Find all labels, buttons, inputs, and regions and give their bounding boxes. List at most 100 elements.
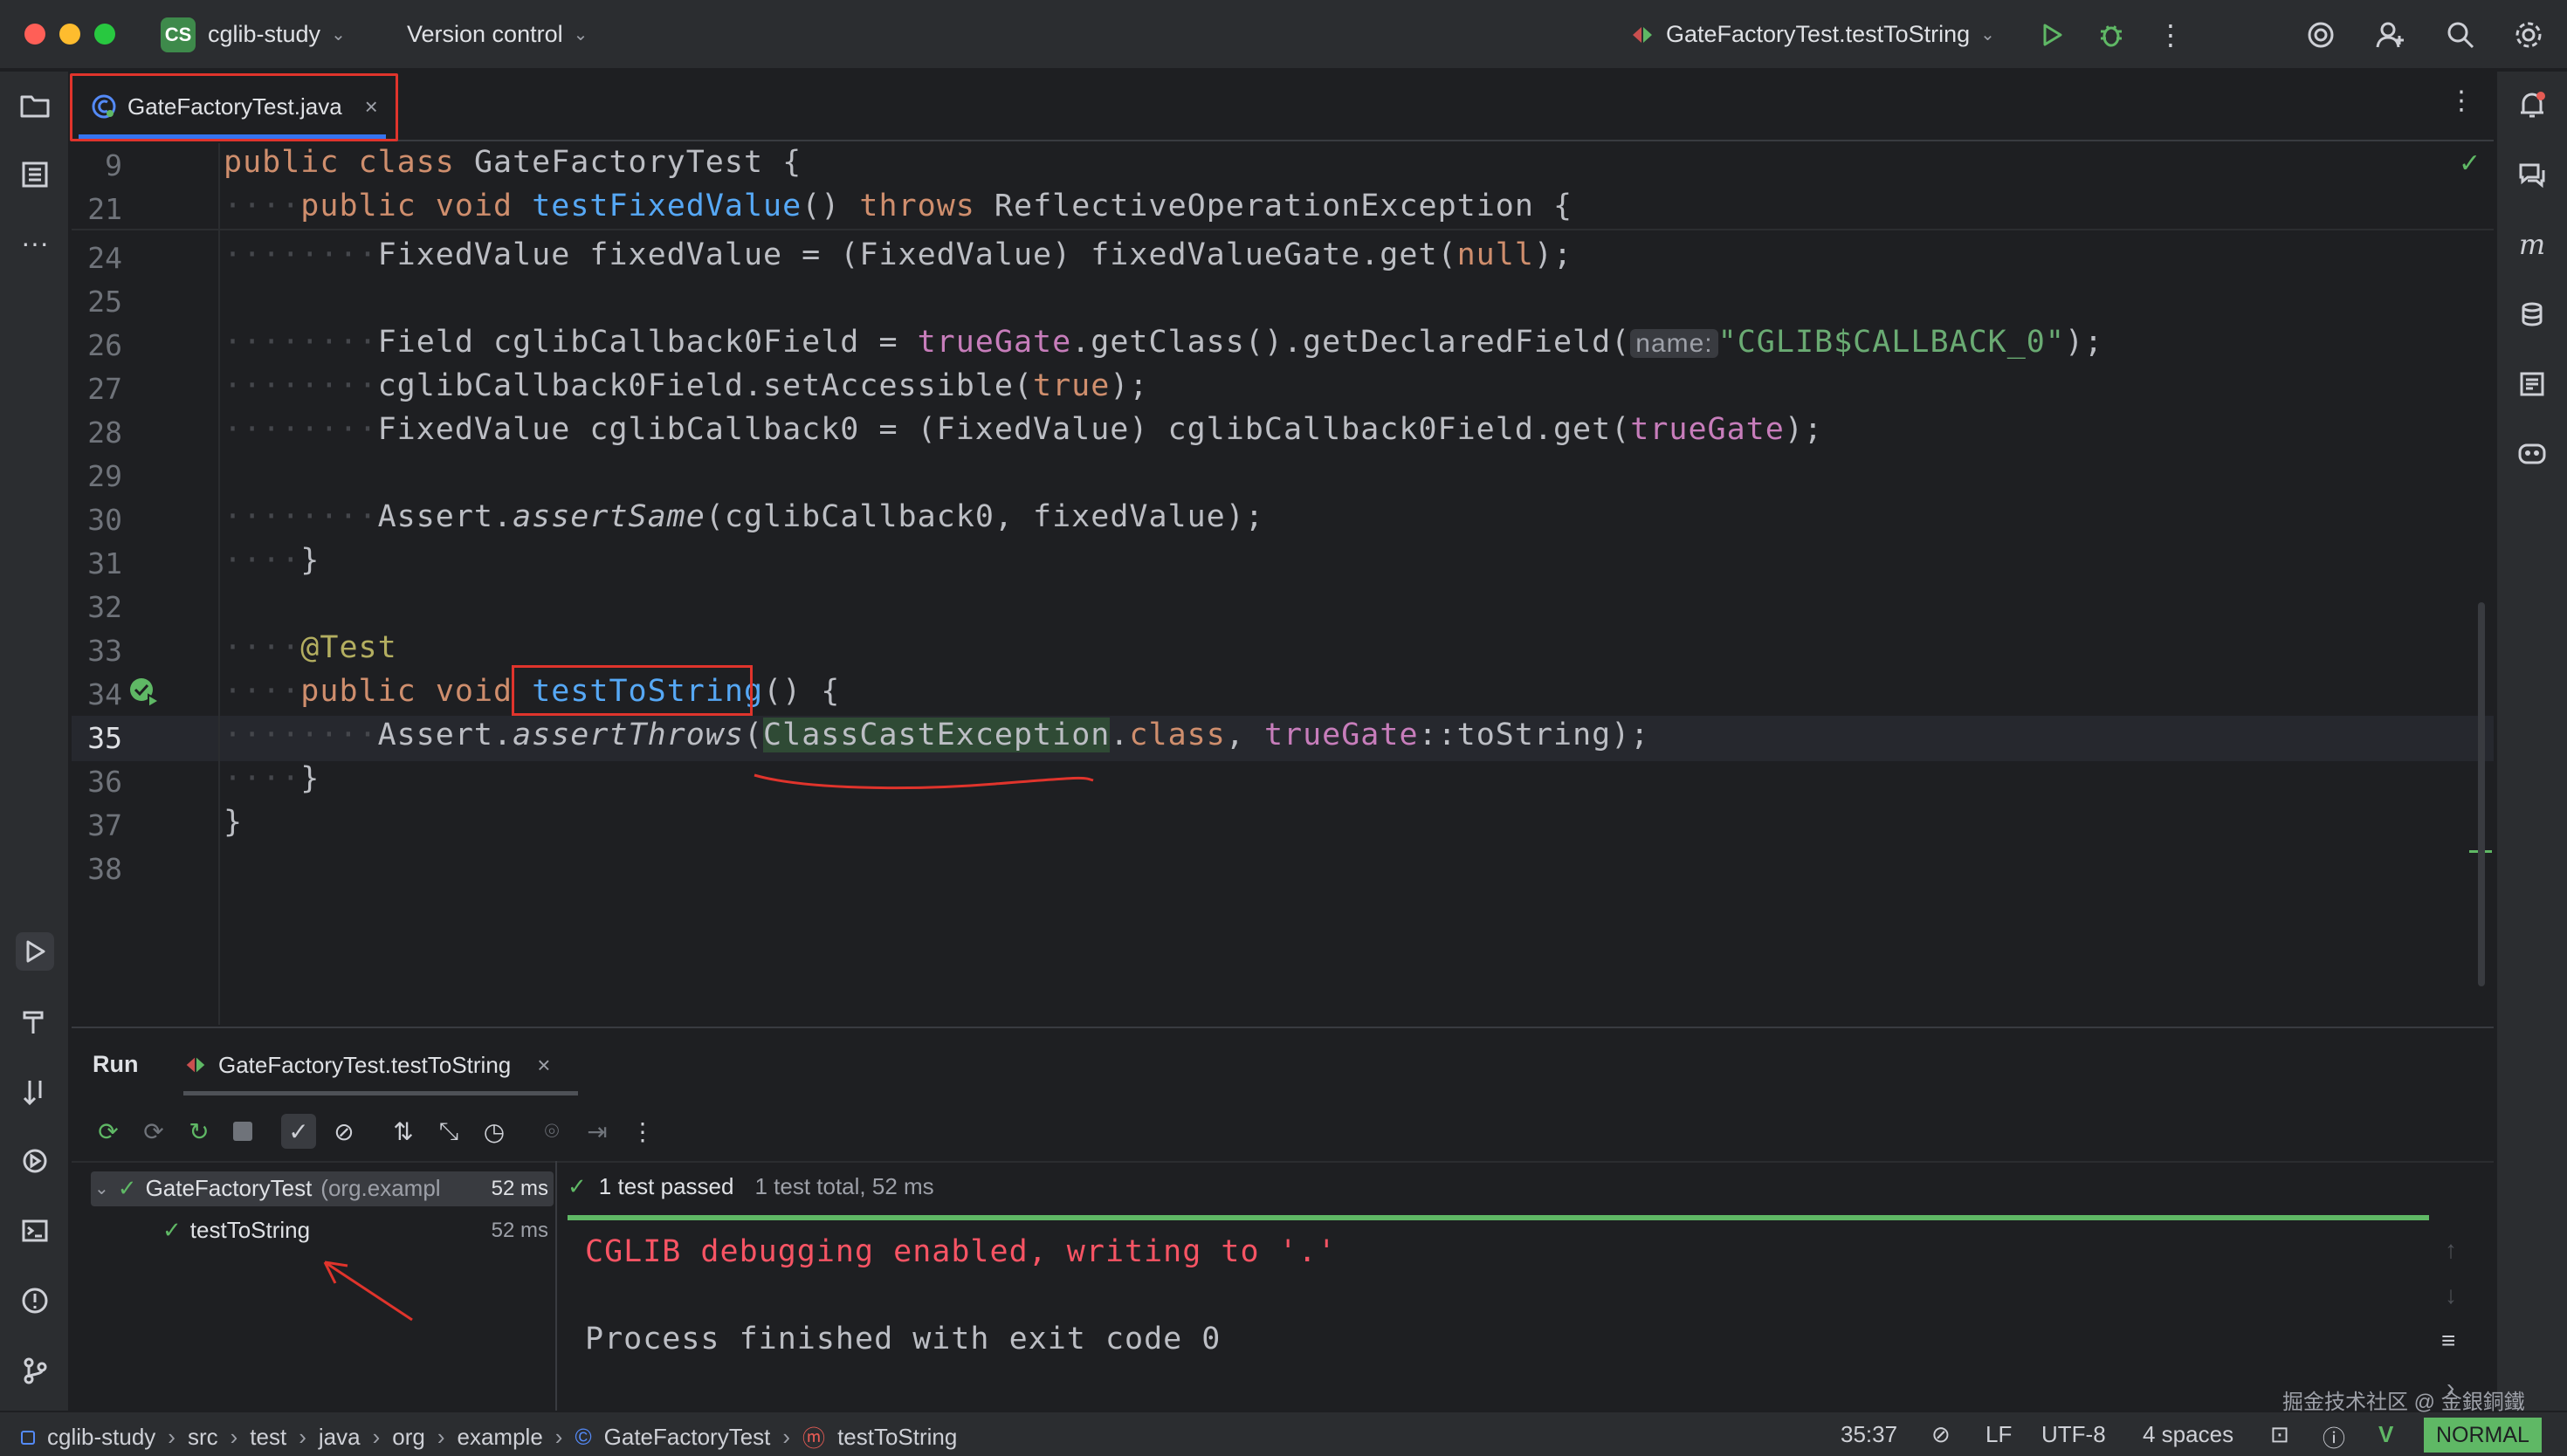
ide-window: { "titlebar": { "project_badge": "CS", "… <box>0 0 2567 1456</box>
settings-icon[interactable] <box>2511 17 2546 52</box>
line-number: 24 <box>87 241 122 275</box>
more-tools-icon[interactable]: ··· <box>16 223 54 262</box>
rerun-button[interactable]: ⟳ <box>91 1114 126 1149</box>
database-tool-button[interactable] <box>2513 295 2551 333</box>
vim-icon: V <box>2378 1421 2394 1447</box>
screenshot-button[interactable]: ⌾ <box>534 1114 569 1149</box>
line-number-current: 35 <box>87 721 122 755</box>
git-tool-button[interactable] <box>16 1351 54 1390</box>
more-actions-icon[interactable]: ⋮ <box>2153 17 2188 52</box>
method-icon: ⓜ <box>802 1425 826 1452</box>
stop-button[interactable] <box>225 1114 260 1149</box>
summary-total: 1 test total, 52 ms <box>754 1173 934 1199</box>
line-number: 30 <box>87 503 122 537</box>
soft-wrap-icon[interactable]: ≡ <box>2441 1327 2455 1355</box>
line-number: 33 <box>87 634 122 668</box>
title-bar: CS cglib-study ⌄ Version control ⌄ GateF… <box>0 0 2567 70</box>
annotation-highlight-tab <box>70 73 398 141</box>
sort-alphabetically-button[interactable]: ⇅ <box>386 1114 421 1149</box>
line-number: 34 <box>87 677 122 711</box>
run-more-options-icon[interactable]: ⋮ <box>625 1114 660 1149</box>
structure-tool-button[interactable] <box>16 155 54 194</box>
build-tool-button[interactable] <box>16 1002 54 1040</box>
project-selector[interactable]: cglib-study ⌄ <box>208 21 346 48</box>
run-tab-close-icon[interactable]: × <box>537 1052 550 1079</box>
code-editor[interactable] <box>72 143 2494 1025</box>
run-config-selector[interactable]: GateFactoryTest.testToString ⌄ <box>1629 21 1995 48</box>
line-number: 21 <box>87 192 122 226</box>
terminal-tool-button[interactable] <box>16 1212 54 1250</box>
code-line-28: ········FixedValue cglibCallback0 = (Fix… <box>224 412 1823 447</box>
breadcrumb-item[interactable]: example <box>458 1424 543 1451</box>
test-progress-bar <box>568 1215 2429 1220</box>
show-passed-toggle[interactable]: ✓ <box>281 1114 316 1149</box>
export-results-button[interactable]: ⇥ <box>580 1114 615 1149</box>
project-badge[interactable]: CS <box>161 17 196 52</box>
toggle-auto-test-button[interactable]: ↻ <box>182 1114 217 1149</box>
tab-options-icon[interactable]: ⋮ <box>2448 86 2474 116</box>
line-separator[interactable]: LF <box>1985 1421 2012 1448</box>
bug-icon <box>2101 25 2122 47</box>
ai-assistant-icon[interactable] <box>2303 17 2338 52</box>
version-control-menu[interactable]: Version control ⌄ <box>407 21 588 48</box>
minimize-window-button[interactable] <box>59 24 80 45</box>
git-log-tool-button[interactable] <box>16 1072 54 1110</box>
maximize-window-button[interactable] <box>94 24 115 45</box>
hammer-icon <box>23 1011 44 1034</box>
spiral-icon <box>2308 22 2334 48</box>
run-button[interactable] <box>2034 17 2069 52</box>
collapse-all-button[interactable]: ⤡ <box>431 1114 466 1149</box>
debug-button[interactable] <box>2094 17 2129 52</box>
rerun-failed-button[interactable]: ⟳ <box>136 1114 171 1149</box>
project-tool-button[interactable] <box>16 86 54 124</box>
line-number: 31 <box>87 546 122 580</box>
search-icon[interactable] <box>2443 17 2478 52</box>
chevron-right-icon: › <box>782 1424 791 1450</box>
tree-node-name: GateFactoryTest <box>145 1175 313 1201</box>
scroll-down-icon[interactable]: ↓ <box>2445 1281 2457 1309</box>
play-icon <box>2043 24 2062 46</box>
annotation-underline <box>754 773 1094 790</box>
editor-scrollbar[interactable] <box>2478 602 2485 986</box>
warning-circle-icon <box>22 1288 48 1314</box>
breadcrumb-item[interactable]: cglib-study <box>47 1424 155 1451</box>
problems-tool-button[interactable] <box>16 1281 54 1320</box>
project-name: cglib-study <box>208 21 321 47</box>
line-number: 28 <box>87 416 122 450</box>
ai-chat-button[interactable] <box>2513 155 2551 194</box>
lock-icon[interactable]: ⊡ <box>2270 1421 2289 1448</box>
notifications-button[interactable] <box>2513 86 2551 124</box>
line-number: 26 <box>87 328 122 362</box>
tree-node-time: 52 ms <box>491 1218 548 1242</box>
breadcrumb-item[interactable]: src <box>188 1424 218 1451</box>
run-tool-button[interactable] <box>16 932 54 971</box>
breadcrumb-item[interactable]: GateFactoryTest <box>604 1424 771 1451</box>
scroll-up-icon[interactable]: ↑ <box>2445 1236 2457 1264</box>
maven-tool-button[interactable]: m <box>2513 225 2551 264</box>
services-tool-button[interactable] <box>16 1142 54 1180</box>
vim-mode-badge[interactable]: NORMAL <box>2424 1418 2542 1453</box>
console-line-exit: Process finished with exit code 0 <box>585 1322 1222 1356</box>
test-history-button[interactable]: ◷ <box>477 1114 512 1149</box>
breadcrumb-item[interactable]: testToString <box>837 1424 957 1451</box>
run-tab-testtostring[interactable]: GateFactoryTest.testToString × <box>183 1047 550 1082</box>
run-test-gutter-icon[interactable] <box>127 676 162 715</box>
breadcrumb-item[interactable]: java <box>319 1424 361 1451</box>
copilot-tool-button[interactable] <box>2513 433 2551 471</box>
problems-indicator-icon[interactable]: ⓘ <box>2323 1421 2345 1453</box>
version-control-label: Version control <box>407 21 563 47</box>
indent-settings[interactable]: 4 spaces <box>2143 1421 2233 1448</box>
add-user-icon[interactable] <box>2373 17 2408 52</box>
console-output[interactable]: ✓ 1 test passed 1 test total, 52 ms CGLI… <box>559 1161 2494 1411</box>
file-encoding[interactable]: UTF-8 <box>2041 1421 2106 1448</box>
close-window-button[interactable] <box>24 24 45 45</box>
tree-node-testtostring[interactable]: ✓ testToString 52 ms <box>162 1217 548 1244</box>
tree-node-gatefactorytest[interactable]: ⌄ ✓ GateFactoryTest (org.exampl 52 ms <box>94 1175 548 1202</box>
show-ignored-toggle[interactable]: ⊘ <box>327 1114 361 1149</box>
breadcrumb-item[interactable]: org <box>392 1424 425 1451</box>
code-line-9: public class GateFactoryTest { <box>224 145 802 180</box>
caret-position[interactable]: 35:37 <box>1841 1421 1897 1448</box>
breadcrumb-item[interactable]: test <box>250 1424 286 1451</box>
no-inspections-eye-icon[interactable]: ⊘ <box>1931 1421 1951 1448</box>
doc-tool-button[interactable] <box>2513 365 2551 403</box>
